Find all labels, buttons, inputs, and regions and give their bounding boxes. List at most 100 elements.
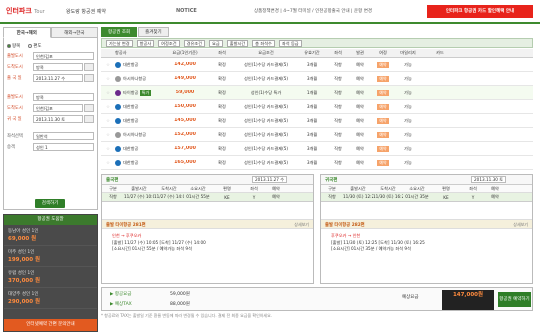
condition-cell[interactable]: 성인(1)수당 카드결제(5) [235, 146, 297, 152]
reserve-button[interactable]: 예약 [377, 89, 389, 96]
itinerary-cell[interactable]: 예약 [371, 145, 395, 152]
notice-text[interactable]: 상품정책변경 | 4~7월 터미널 / 인천공항출국 안내 | 운항 변경 [254, 8, 372, 14]
star-icon[interactable]: ☆ [101, 118, 115, 123]
filter-class[interactable]: 좌석 등급 [278, 39, 302, 47]
cell: 01시간 55분 [186, 194, 210, 199]
fare-item[interactable]: 유럽 성인 1인 370,000 원 [4, 267, 97, 288]
itinerary-cell[interactable]: 예약 [371, 61, 395, 68]
reserve-button[interactable]: 예약 [377, 145, 389, 152]
result-row[interactable]: ☆ 대한항공 150,000 확정 성인(1)수당 카드결제(5) 3개월 직항 예약 예약 가능 [101, 100, 533, 114]
fare-note: * 항공료와 TAX는 출발일 기준 환율 변동에 따라 변경될 수 있습니다.… [101, 313, 273, 318]
result-row[interactable]: ☆ 대한항공 157,000 확정 성인(1)수당 카드결제(5) 3개월 직항 예약 예약 가능 [101, 142, 533, 156]
condition-cell[interactable]: 성인(1)수당 카드결제(5) [235, 160, 297, 166]
book-button[interactable]: 항공권 예약하기 [498, 292, 531, 307]
filter-condition[interactable]: 여정조건 [158, 39, 180, 47]
return-arrive-input[interactable]: 인천/김포 [33, 104, 83, 112]
result-row[interactable]: ☆ 대한항공 145,000 확정 성인(1)수당 카드결제(5) 3개월 직항 예약 예약 가능 [101, 114, 533, 128]
condition-cell[interactable]: 성인(1)수당 카드결제(5) [235, 76, 297, 82]
tab-favorites[interactable]: 즐겨찾기 [138, 27, 169, 37]
result-row[interactable]: ☆ 대한항공 165,000 확정 성인(1)수당 카드결제(5) 3개월 직항 예약 예약 가능 [101, 156, 533, 170]
col-airline[interactable]: 항공사 [115, 50, 161, 56]
col: 예약 [272, 185, 280, 191]
airline-logo-icon [115, 131, 121, 138]
airline-logo-icon [115, 159, 121, 166]
calendar-icon[interactable] [84, 74, 94, 82]
depart-date-input[interactable]: 2013.11.27 수 [33, 74, 83, 82]
return-date-input[interactable]: 2013.11.30 토 [33, 115, 83, 123]
fare-value: 370,000 원 [8, 278, 41, 284]
valid-cell: 3개월 [306, 61, 318, 67]
fare-item[interactable]: 미주 성인 1인 199,000 원 [4, 246, 97, 267]
tab-outbound[interactable]: 한국→해외 [3, 27, 51, 38]
reserve-button[interactable]: 예약 [377, 159, 389, 166]
return-depart-input[interactable]: 방콕 [33, 93, 94, 101]
reserve-button[interactable]: 예약 [377, 75, 389, 82]
filter-time[interactable]: 출발시간 [226, 39, 249, 47]
star-icon[interactable]: ☆ [101, 132, 115, 137]
filter-stops[interactable]: 경유조건 [183, 39, 206, 47]
result-row[interactable]: ☆ 대한항공 142,000 확정 성인(1)수당 카드결제(5) 3개월 직항 예약 예약 가능 [101, 58, 533, 72]
arrive-city-input[interactable]: 방콕 [33, 63, 83, 71]
fare-guide: 항공권 도움말 동남아 성인 1인 69,000 원 미주 성인 1인 199,00… [3, 214, 98, 332]
fare-item[interactable]: 대양주 성인 1인 290,000 원 [4, 288, 97, 309]
logo[interactable]: 인터파크 Tour [6, 6, 45, 16]
condition-cell[interactable]: 성인(1)수당 특가 [235, 90, 297, 96]
fare-item[interactable]: 동남아 성인 1인 69,000 원 [4, 225, 97, 246]
itinerary-cell[interactable]: 예약 [371, 117, 395, 124]
result-row[interactable]: ☆ 타이항공 특가 59,000 확정 성인(1)수당 특가 1개월 직항 예약 예약 가능 [101, 86, 533, 100]
promo-banner[interactable]: 인터파크 항공권 카드 할인혜택 안내 [427, 5, 533, 18]
reserve-button[interactable]: 예약 [377, 61, 389, 68]
airline-name: 대한항공 [123, 145, 139, 151]
filter-fare[interactable]: 요금 [209, 39, 223, 47]
itinerary-cell[interactable]: 예약 [371, 75, 395, 82]
reserve-button[interactable]: 예약 [377, 117, 389, 124]
airline-name: 대한항공 [123, 61, 139, 67]
itinerary-cell[interactable]: 예약 [371, 131, 395, 138]
filter-seats[interactable]: 총 좌석수 [252, 39, 275, 47]
star-icon[interactable]: ☆ [101, 62, 115, 67]
condition-cell[interactable]: 성인(1)수당 카드결제(5) [235, 132, 297, 138]
class-label: 좌석선택 [7, 134, 23, 139]
oneway-radio[interactable] [28, 43, 33, 48]
roundtrip-radio[interactable] [7, 43, 11, 48]
tab-inbound[interactable]: 해외→한국 [50, 27, 98, 38]
star-icon[interactable]: ☆ [101, 160, 115, 165]
result-row[interactable]: ☆ 아시아나항공 152,000 확정 성인(1)수당 카드결제(5) 3개월 직항 예약 예약… [101, 128, 533, 142]
condition-cell[interactable]: 성인(1)수당 카드결제(5) [235, 62, 297, 68]
inquiry-button[interactable]: 인터넷예약 간편 문의안내 [4, 319, 97, 331]
valid-cell: 3개월 [306, 131, 318, 137]
inbound-detail-link[interactable]: 상세보기 [513, 222, 528, 228]
star-icon[interactable]: ☆ [101, 104, 115, 109]
depart-city-input[interactable]: 인천/김포 [33, 52, 94, 60]
reserve-button[interactable]: 예약 [377, 103, 389, 110]
itinerary-cell[interactable]: 예약 [371, 159, 395, 166]
pax-select[interactable]: 성인 1 [33, 143, 94, 151]
col: 편명 [442, 185, 450, 191]
itinerary-cell[interactable]: 예약 [371, 89, 395, 96]
outbound-detail-link[interactable]: 상세보기 [294, 222, 309, 228]
outbound-flight-row[interactable]: 직항 11/27 (수) 10:0511/27 (수) 14:0001시간 55분… [102, 193, 313, 202]
star-icon[interactable]: ☆ [101, 146, 115, 151]
star-icon[interactable]: ☆ [101, 76, 115, 81]
tab-results[interactable]: 항공권 조회 [101, 27, 138, 37]
reserve-button[interactable]: 예약 [377, 131, 389, 138]
inbound-date-select[interactable]: 2013.11.30 토 [471, 176, 507, 183]
filter-airline[interactable]: 항공사 [136, 39, 155, 47]
result-row[interactable]: ☆ 아시아나항공 149,000 확정 성인(1)수당 카드결제(5) 3개월 직항 예약 예약… [101, 72, 533, 86]
filter-date[interactable]: 가는날 변경 [106, 39, 133, 47]
star-icon[interactable]: ☆ [101, 90, 115, 95]
itinerary-cell[interactable]: 예약 [371, 103, 395, 110]
reserve-tag[interactable]: 예약 [485, 194, 505, 200]
return-calendar-icon[interactable] [84, 115, 94, 123]
reserve-tag[interactable]: 예약 [266, 194, 286, 200]
col-price[interactable]: 요금(1인기준) [161, 50, 209, 56]
class-select[interactable]: 일반석 [33, 132, 94, 140]
city-search-button[interactable] [84, 63, 94, 71]
outbound-date-select[interactable]: 2013.11.27 수 [252, 176, 288, 183]
return-city-search-button[interactable] [84, 104, 94, 112]
condition-cell[interactable]: 성인(1)수당 카드결제(5) [235, 118, 297, 124]
condition-cell[interactable]: 성인(1)수당 카드결제(5) [235, 104, 297, 110]
stops-cell: 직항 [334, 89, 342, 95]
search-button[interactable]: 검색하기 [35, 199, 65, 208]
inbound-flight-row[interactable]: 직항 11/30 (토) 12:2511/30 (토) 16:2501시간 35분… [321, 193, 532, 202]
